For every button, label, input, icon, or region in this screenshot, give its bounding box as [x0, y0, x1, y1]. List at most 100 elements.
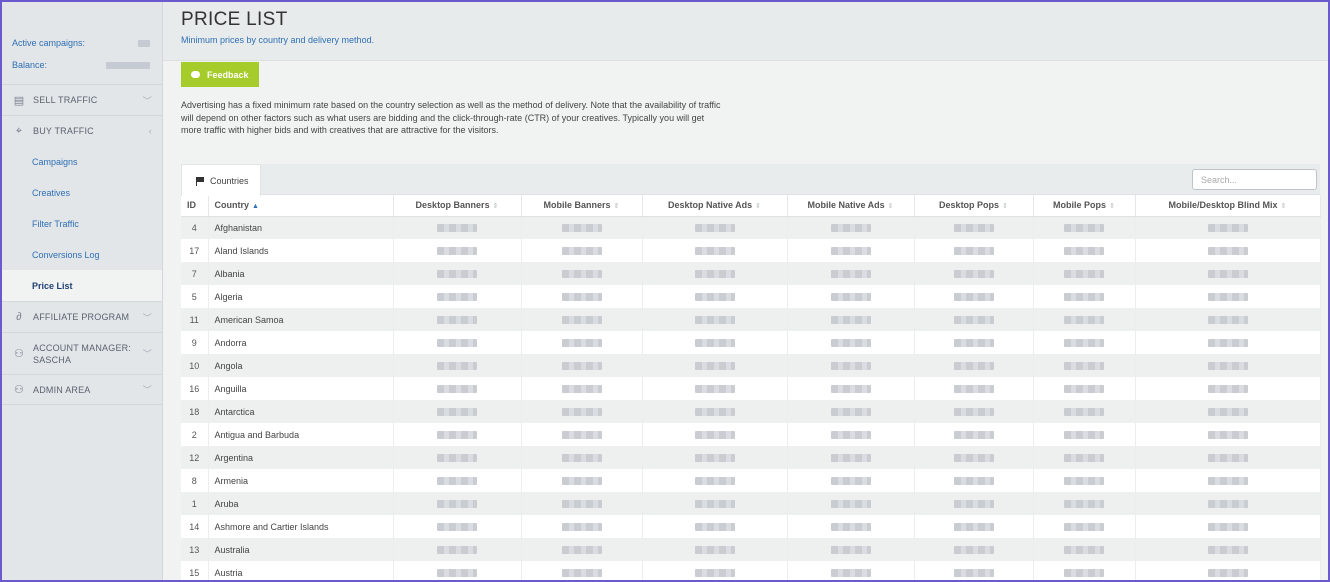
column-header[interactable]: Mobile Pops ⇕ [1033, 195, 1136, 217]
sidebar-subitem-price-list[interactable]: Price List [2, 270, 162, 301]
cell-price-redacted [393, 423, 522, 446]
page-subtitle: Minimum prices by country and delivery m… [181, 35, 375, 45]
redacted-value [437, 247, 477, 256]
sidebar-item-account-manager[interactable]: ⚇ ACCOUNT MANAGER: SASCHA ﹀ [2, 332, 162, 374]
cell-price-redacted [914, 331, 1034, 354]
cell-price-redacted [393, 469, 522, 492]
column-header[interactable]: Desktop Banners ⇕ [393, 195, 522, 217]
cell-price-redacted [914, 469, 1034, 492]
sidebar-subitem-campaigns[interactable]: Campaigns [2, 146, 162, 177]
search-input[interactable] [1192, 169, 1317, 190]
sidebar-item-buy-traffic[interactable]: ⌖ BUY TRAFFIC ‹ [2, 115, 162, 146]
cell-price-redacted [1135, 423, 1321, 446]
cell-price-redacted [787, 492, 915, 515]
cell-price-redacted [787, 469, 915, 492]
sort-ascending-icon: ▲ [252, 203, 259, 211]
cell-id: 11 [181, 308, 209, 331]
redacted-value [953, 339, 994, 348]
redacted-value [1207, 408, 1248, 417]
redacted-value [437, 408, 477, 417]
sidebar-subitem-filter-traffic[interactable]: Filter Traffic [2, 208, 162, 239]
sidebar-subitem-creatives[interactable]: Creatives [2, 177, 162, 208]
redacted-value [1207, 385, 1248, 394]
redacted-value [1207, 247, 1248, 256]
table-row: 9 Andorra [181, 331, 1321, 354]
cell-country: Anguilla [208, 377, 394, 400]
sidebar: Active campaigns: Balance: ▤ SELL TRAFFI… [2, 2, 163, 580]
table-row: 2 Antigua and Barbuda [181, 423, 1321, 446]
redacted-value [830, 431, 871, 440]
sidebar-subitem-conversions-log[interactable]: Conversions Log [2, 239, 162, 270]
cell-price-redacted [642, 331, 788, 354]
cell-id: 14 [181, 515, 209, 538]
redacted-value [561, 270, 602, 279]
sidebar-item-sell-traffic[interactable]: ▤ SELL TRAFFIC ﹀ [2, 84, 162, 115]
redacted-value [953, 477, 994, 486]
cell-price-redacted [642, 561, 788, 582]
cell-price-redacted [521, 216, 643, 239]
column-header[interactable]: Mobile/Desktop Blind Mix ⇕ [1135, 195, 1321, 217]
cell-price-redacted [642, 216, 788, 239]
redacted-value [830, 270, 871, 279]
redacted-value [694, 454, 735, 463]
cell-price-redacted [393, 538, 522, 561]
redacted-value [561, 454, 602, 463]
tab-countries[interactable]: Countries [181, 164, 261, 196]
redacted-value [1064, 316, 1104, 325]
crosshair-icon: ⌖ [15, 124, 23, 137]
cell-price-redacted [393, 561, 522, 582]
table-row: 14 Ashmore and Cartier Islands [181, 515, 1321, 538]
table-row: 7 Albania [181, 262, 1321, 285]
table-body: 4 Afghanistan 17 Aland Islands 7 Albania 5 Alge… [181, 216, 1321, 582]
redacted-value [1207, 270, 1248, 279]
cell-id: 16 [181, 377, 209, 400]
cell-price-redacted [521, 308, 643, 331]
price-table: ID Country ▲ Desktop Banners ⇕ Mobile Banners… [181, 195, 1321, 582]
sidebar-item-affiliate-program[interactable]: ∂ AFFILIATE PROGRAM ﹀ [2, 301, 162, 332]
cell-country: Aland Islands [208, 239, 394, 262]
column-header[interactable]: Desktop Pops ⇕ [914, 195, 1034, 217]
intro-text: Advertising has a fixed minimum rate bas… [181, 100, 721, 135]
column-header[interactable]: Mobile Native Ads ⇕ [787, 195, 915, 217]
redacted-value [694, 316, 735, 325]
layout-icon: ▤ [13, 94, 25, 107]
cell-price-redacted [1033, 216, 1136, 239]
redacted-value [561, 477, 602, 486]
user-icon: ⚇ [13, 384, 25, 396]
sidebar-item-admin-area[interactable]: ⚇ ADMIN AREA ﹀ [2, 374, 162, 405]
redacted-value [1064, 408, 1104, 417]
cell-price-redacted [521, 354, 643, 377]
cell-price-redacted [1033, 377, 1136, 400]
cell-country: Algeria [208, 285, 394, 308]
active-campaigns-label: Active campaigns: [12, 38, 86, 48]
redacted-value [561, 431, 602, 440]
cell-id: 12 [181, 446, 209, 469]
redacted-value [830, 569, 871, 578]
redacted-value [561, 339, 602, 348]
feedback-label: Feedback [207, 69, 249, 80]
cell-id: 15 [181, 561, 209, 582]
redacted-value [830, 477, 871, 486]
cell-price-redacted [642, 538, 788, 561]
redacted-value [953, 362, 994, 371]
redacted-value [1064, 224, 1104, 233]
redacted-value [694, 247, 735, 256]
feedback-button[interactable]: Feedback [181, 62, 259, 87]
cell-price-redacted [521, 285, 643, 308]
redacted-value [830, 454, 871, 463]
cell-id: 17 [181, 239, 209, 262]
cell-price-redacted [1135, 285, 1321, 308]
column-header[interactable]: ID [181, 195, 209, 217]
cell-country: Armenia [208, 469, 394, 492]
column-header[interactable]: Country ▲ [208, 195, 394, 217]
column-header[interactable]: Desktop Native Ads ⇕ [642, 195, 788, 217]
redacted-value [437, 523, 477, 532]
cell-price-redacted [393, 262, 522, 285]
redacted-value [694, 270, 735, 279]
redacted-value [1207, 569, 1248, 578]
redacted-value [694, 224, 735, 233]
cell-price-redacted [1135, 216, 1321, 239]
redacted-value [694, 477, 735, 486]
column-header-label: Desktop Banners [415, 200, 490, 211]
column-header[interactable]: Mobile Banners ⇕ [521, 195, 643, 217]
